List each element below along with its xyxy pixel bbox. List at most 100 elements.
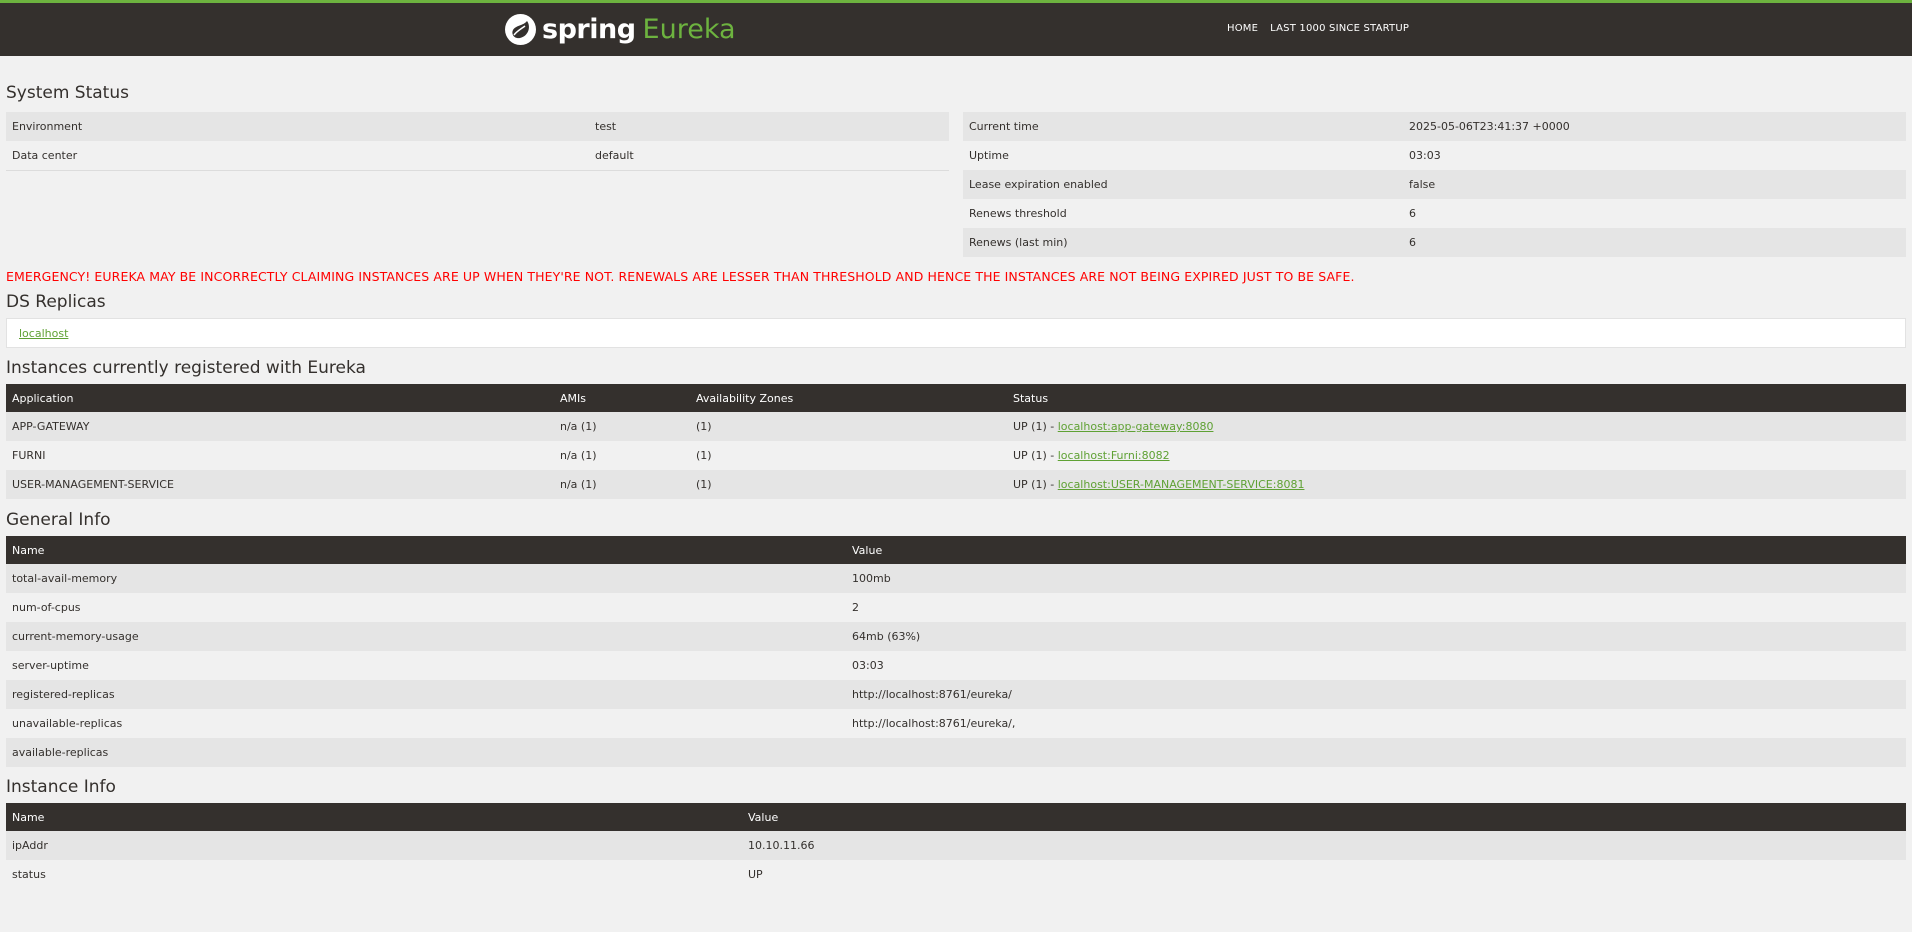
table-row: current-memory-usage 64mb (63%) (6, 622, 1906, 651)
table-row: status UP (6, 860, 1906, 889)
table-row: available-replicas (6, 738, 1906, 767)
col-application: Application (6, 384, 554, 412)
brand-spring-text: spring (542, 13, 636, 45)
col-availability-zones: Availability Zones (690, 384, 1007, 412)
info-value: 10.10.11.66 (742, 831, 1906, 860)
instance-info-title: Instance Info (6, 777, 116, 797)
info-name: available-replicas (6, 738, 846, 767)
app-name: APP-GATEWAY (6, 412, 554, 441)
app-status: UP (1) - localhost:Furni:8082 (1007, 441, 1906, 470)
status-prefix: UP (1) - (1013, 449, 1058, 462)
table-row: Data center default (6, 141, 949, 171)
nav-last-1000-link[interactable]: LAST 1000 SINCE STARTUP (1270, 23, 1409, 34)
table-row: Renews (last min) 6 (963, 228, 1906, 257)
info-name: unavailable-replicas (6, 709, 846, 738)
app-name: USER-MANAGEMENT-SERVICE (6, 470, 554, 499)
uptime-value: 03:03 (1403, 141, 1906, 170)
table-row: num-of-cpus 2 (6, 593, 1906, 622)
app-zones: (1) (690, 441, 1007, 470)
col-value: Value (846, 536, 1906, 564)
col-value: Value (742, 803, 1906, 831)
status-prefix: UP (1) - (1013, 420, 1058, 433)
ds-replicas-title: DS Replicas (6, 292, 106, 312)
table-row: APP-GATEWAY n/a (1) (1) UP (1) - localho… (6, 412, 1906, 441)
info-name: num-of-cpus (6, 593, 846, 622)
instance-link[interactable]: localhost:USER-MANAGEMENT-SERVICE:8081 (1058, 478, 1305, 491)
app-zones: (1) (690, 412, 1007, 441)
datacenter-label: Data center (6, 141, 589, 171)
nav-links: HOME LAST 1000 SINCE STARTUP (1227, 23, 1409, 34)
env-value: test (589, 112, 949, 141)
top-navbar: spring Eureka HOME LAST 1000 SINCE START… (0, 0, 1912, 56)
spring-leaf-icon (505, 13, 536, 45)
brand-logo[interactable]: spring Eureka (505, 11, 736, 47)
lease-expiration-label: Lease expiration enabled (963, 170, 1403, 199)
table-row: Environment test (6, 112, 949, 141)
general-info-title: General Info (6, 510, 111, 530)
instance-info-table: Name Value ipAddr 10.10.11.66 status UP (6, 803, 1906, 889)
app-amis: n/a (1) (554, 470, 690, 499)
app-status: UP (1) - localhost:app-gateway:8080 (1007, 412, 1906, 441)
general-info-table: Name Value total-avail-memory 100mb num-o… (6, 536, 1906, 767)
info-value: 03:03 (846, 651, 1906, 680)
info-value: http://localhost:8761/eureka/, (846, 709, 1906, 738)
table-row: Uptime 03:03 (963, 141, 1906, 170)
system-status-title: System Status (6, 83, 129, 103)
current-time-label: Current time (963, 112, 1403, 141)
table-header-row: Application AMIs Availability Zones Stat… (6, 384, 1906, 412)
table-row: ipAddr 10.10.11.66 (6, 831, 1906, 860)
replica-localhost-link[interactable]: localhost (19, 327, 68, 340)
instances-title: Instances currently registered with Eure… (6, 358, 366, 378)
system-status-section: Environment test Data center default Cur… (6, 112, 1906, 257)
info-value: UP (742, 860, 1906, 889)
table-row: Current time 2025-05-06T23:41:37 +0000 (963, 112, 1906, 141)
info-name: ipAddr (6, 831, 742, 860)
table-row: total-avail-memory 100mb (6, 564, 1906, 593)
lease-expiration-value: false (1403, 170, 1906, 199)
table-row: registered-replicas http://localhost:8761… (6, 680, 1906, 709)
instances-table: Application AMIs Availability Zones Stat… (6, 384, 1906, 499)
col-status: Status (1007, 384, 1906, 412)
emergency-warning: EMERGENCY! EUREKA MAY BE INCORRECTLY CLA… (6, 269, 1355, 284)
col-name: Name (6, 803, 742, 831)
instance-link[interactable]: localhost:app-gateway:8080 (1058, 420, 1214, 433)
main-content: System Status Environment test Data cent… (0, 83, 1912, 889)
brand-eureka-text: Eureka (642, 13, 736, 45)
environment-table: Environment test Data center default (6, 112, 949, 171)
info-value: 100mb (846, 564, 1906, 593)
instance-link[interactable]: localhost:Furni:8082 (1058, 449, 1170, 462)
table-row: server-uptime 03:03 (6, 651, 1906, 680)
renews-last-min-value: 6 (1403, 228, 1906, 257)
app-amis: n/a (1) (554, 412, 690, 441)
renews-threshold-value: 6 (1403, 199, 1906, 228)
status-prefix: UP (1) - (1013, 478, 1058, 491)
app-amis: n/a (1) (554, 441, 690, 470)
info-name: total-avail-memory (6, 564, 846, 593)
table-row: Lease expiration enabled false (963, 170, 1906, 199)
datacenter-value: default (589, 141, 949, 171)
table-row: FURNI n/a (1) (1) UP (1) - localhost:Fur… (6, 441, 1906, 470)
col-name: Name (6, 536, 846, 564)
app-zones: (1) (690, 470, 1007, 499)
uptime-label: Uptime (963, 141, 1403, 170)
info-value: 2 (846, 593, 1906, 622)
app-status: UP (1) - localhost:USER-MANAGEMENT-SERVI… (1007, 470, 1906, 499)
ds-replicas-box: localhost (6, 318, 1906, 348)
table-row: USER-MANAGEMENT-SERVICE n/a (1) (1) UP (… (6, 470, 1906, 499)
info-name: current-memory-usage (6, 622, 846, 651)
table-row: Renews threshold 6 (963, 199, 1906, 228)
info-value: http://localhost:8761/eureka/ (846, 680, 1906, 709)
col-amis: AMIs (554, 384, 690, 412)
info-name: status (6, 860, 742, 889)
table-header-row: Name Value (6, 803, 1906, 831)
table-header-row: Name Value (6, 536, 1906, 564)
status-table: Current time 2025-05-06T23:41:37 +0000 U… (963, 112, 1906, 257)
renews-last-min-label: Renews (last min) (963, 228, 1403, 257)
current-time-value: 2025-05-06T23:41:37 +0000 (1403, 112, 1906, 141)
nav-home-link[interactable]: HOME (1227, 23, 1258, 34)
renews-threshold-label: Renews threshold (963, 199, 1403, 228)
info-name: registered-replicas (6, 680, 846, 709)
info-value: 64mb (63%) (846, 622, 1906, 651)
app-name: FURNI (6, 441, 554, 470)
info-name: server-uptime (6, 651, 846, 680)
